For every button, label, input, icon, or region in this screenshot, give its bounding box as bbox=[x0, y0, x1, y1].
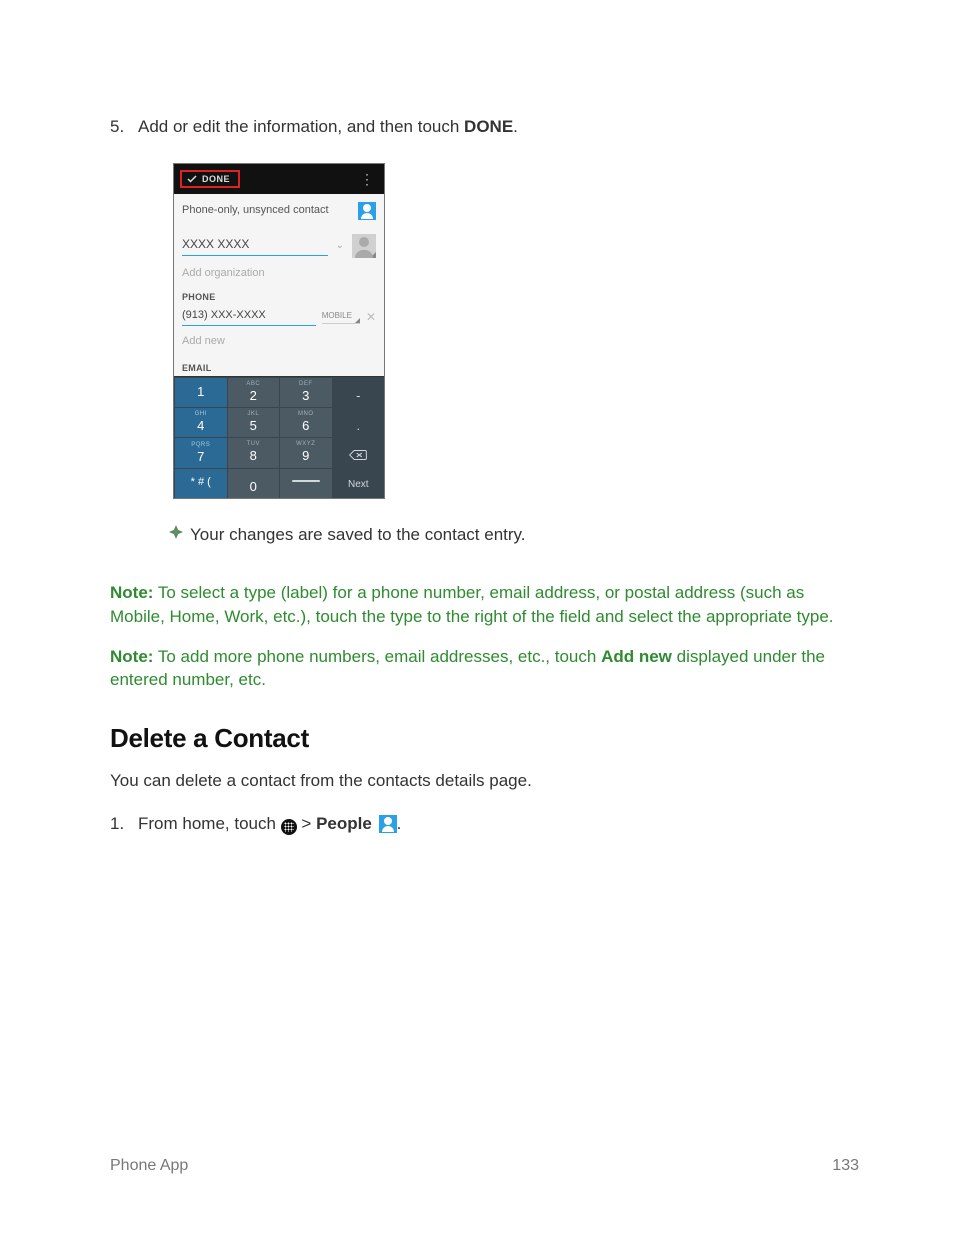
key-space[interactable] bbox=[279, 468, 332, 498]
key-symbols[interactable]: * # ( bbox=[174, 468, 227, 498]
key-0[interactable]: 0 bbox=[227, 468, 280, 498]
key-8[interactable]: TUV8 bbox=[227, 437, 280, 468]
step-body: Add or edit the information, and then to… bbox=[138, 115, 859, 565]
edit-form: Phone-only, unsynced contact XXXX XXXX ⌄… bbox=[174, 194, 384, 498]
add-org-label: Add organization bbox=[182, 266, 265, 281]
key-1[interactable]: 1 bbox=[174, 377, 227, 407]
step-number: 5. bbox=[110, 115, 138, 565]
diamond-icon bbox=[162, 525, 190, 539]
name-row: XXXX XXXX ⌄ bbox=[174, 228, 384, 260]
people-icon bbox=[358, 202, 376, 220]
overflow-menu-icon[interactable]: ⋮ bbox=[360, 172, 378, 186]
phone-number-row: (913) XXX-XXXX MOBILE ✕ bbox=[174, 306, 384, 328]
account-type-label: Phone-only, unsynced contact bbox=[182, 203, 329, 218]
note-1: Note: To select a type (label) for a pho… bbox=[110, 581, 859, 629]
footer-page-number: 133 bbox=[832, 1155, 859, 1177]
phone-number-field[interactable]: (913) XXX-XXXX bbox=[182, 308, 316, 326]
delete-step-1: 1. From home, touch > People . bbox=[110, 812, 859, 836]
phone-section-label: PHONE bbox=[174, 287, 384, 306]
step-suffix: . bbox=[397, 814, 402, 833]
phone-type-selector[interactable]: MOBILE bbox=[322, 310, 360, 324]
delete-intro: You can delete a contact from the contac… bbox=[110, 769, 859, 793]
note-text: To select a type (label) for a phone num… bbox=[110, 583, 834, 626]
key-dash[interactable]: - bbox=[332, 377, 385, 407]
editor-top-bar: DONE ⋮ bbox=[174, 164, 384, 194]
key-dot[interactable]: . bbox=[332, 407, 385, 437]
people-icon bbox=[379, 815, 397, 833]
people-word: People bbox=[316, 814, 372, 833]
note-2: Note: To add more phone numbers, email a… bbox=[110, 645, 859, 693]
footer-section: Phone App bbox=[110, 1155, 188, 1177]
key-4[interactable]: GHI4 bbox=[174, 407, 227, 437]
add-new-label: Add new bbox=[182, 334, 225, 349]
step-text: Add or edit the information, and then to… bbox=[138, 117, 464, 136]
add-new-bold: Add new bbox=[601, 647, 672, 666]
key-5[interactable]: JKL5 bbox=[227, 407, 280, 437]
step-number: 1. bbox=[110, 812, 138, 836]
done-word: DONE bbox=[464, 117, 513, 136]
gt: > bbox=[301, 814, 311, 833]
account-type-row[interactable]: Phone-only, unsynced contact bbox=[174, 194, 384, 228]
result-text: Your changes are saved to the contact en… bbox=[190, 523, 526, 547]
step-body: From home, touch > People . bbox=[138, 812, 859, 836]
key-2[interactable]: ABC2 bbox=[227, 377, 280, 407]
step-text-suffix: . bbox=[513, 117, 518, 136]
page-footer: Phone App 133 bbox=[110, 1155, 859, 1177]
name-field[interactable]: XXXX XXXX bbox=[182, 236, 328, 256]
key-backspace[interactable] bbox=[332, 437, 385, 468]
add-organization[interactable]: Add organization bbox=[174, 260, 384, 287]
space-bar-icon bbox=[292, 480, 320, 482]
key-next[interactable]: Next bbox=[332, 468, 385, 498]
note-label: Note: bbox=[110, 647, 153, 666]
add-new-phone[interactable]: Add new bbox=[174, 328, 384, 355]
step-prefix: From home, touch bbox=[138, 814, 281, 833]
dial-keypad: 1 ABC2 DEF3 - GHI4 JKL5 MNO6 . PQRS7 TUV… bbox=[174, 377, 384, 498]
done-button[interactable]: DONE bbox=[180, 170, 240, 189]
check-icon bbox=[186, 173, 198, 185]
note-label: Note: bbox=[110, 583, 153, 602]
note-prefix: To add more phone numbers, email address… bbox=[153, 647, 601, 666]
remove-phone-icon[interactable]: ✕ bbox=[366, 309, 376, 326]
backspace-icon bbox=[349, 449, 367, 461]
apps-icon bbox=[281, 819, 297, 835]
done-label: DONE bbox=[202, 173, 230, 186]
result-bullet: Your changes are saved to the contact en… bbox=[162, 523, 859, 547]
heading-delete-contact: Delete a Contact bbox=[110, 720, 859, 756]
key-6[interactable]: MNO6 bbox=[279, 407, 332, 437]
screenshot-container: DONE ⋮ Phone-only, unsynced contact XXXX… bbox=[173, 163, 859, 499]
key-3[interactable]: DEF3 bbox=[279, 377, 332, 407]
document-page: 5. Add or edit the information, and then… bbox=[0, 0, 954, 1235]
email-section-label: EMAIL bbox=[174, 356, 384, 378]
chevron-down-icon[interactable]: ⌄ bbox=[336, 239, 344, 253]
contact-photo-thumb[interactable] bbox=[352, 234, 376, 258]
step-5: 5. Add or edit the information, and then… bbox=[110, 115, 859, 565]
phone-mock: DONE ⋮ Phone-only, unsynced contact XXXX… bbox=[173, 163, 385, 499]
key-9[interactable]: WXYZ9 bbox=[279, 437, 332, 468]
key-7[interactable]: PQRS7 bbox=[174, 437, 227, 468]
